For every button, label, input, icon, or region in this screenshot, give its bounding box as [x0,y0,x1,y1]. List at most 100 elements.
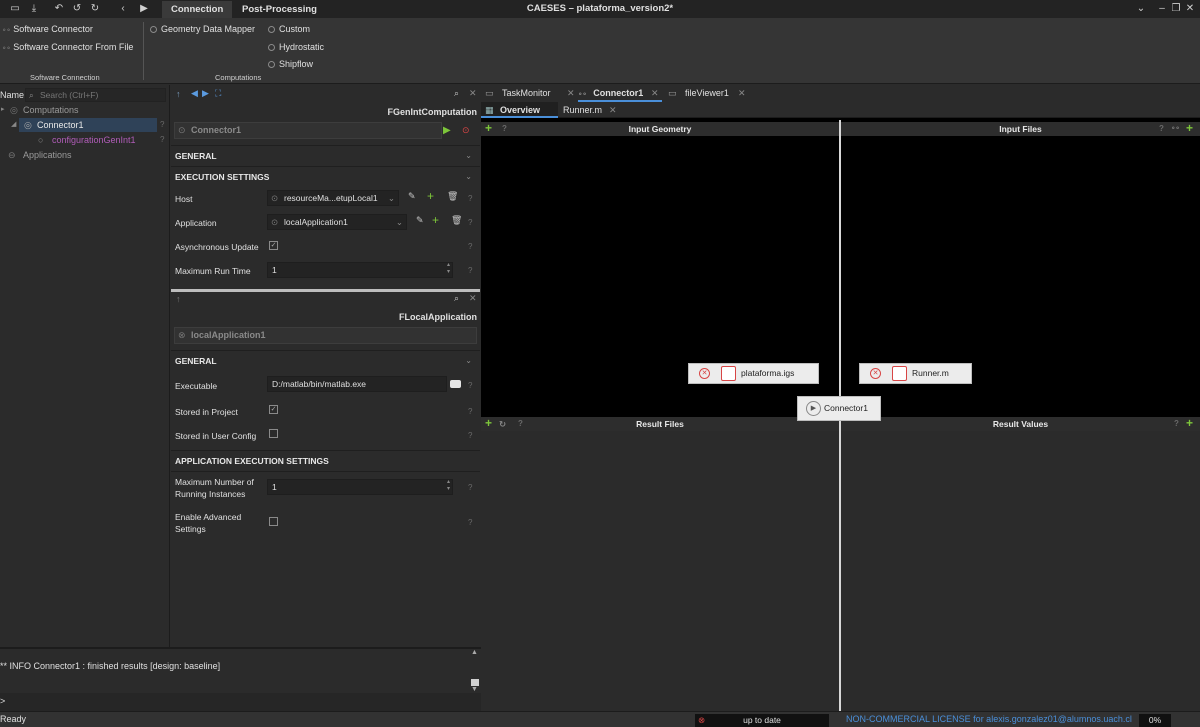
scroll-up-icon[interactable]: ▲ [471,649,478,656]
add-icon[interactable]: + [485,122,492,135]
panel-splitter[interactable] [171,289,480,292]
tab-post-processing[interactable]: Post-Processing [233,1,326,18]
trash-icon[interactable]: 🗑 [451,215,462,226]
help-icon[interactable]: ? [1159,122,1164,136]
help-icon[interactable]: ? [1174,417,1179,431]
help-icon[interactable]: ? [468,194,472,203]
tab-overview[interactable]: ▦ Overview [481,102,558,118]
tab-fileviewer1[interactable]: ▭ fileViewer1 ✕ [668,85,750,102]
scrollbar-thumb[interactable] [471,679,479,686]
geometry-data-mapper-button[interactable]: Geometry Data Mapper [150,23,255,35]
run-icon[interactable]: ▶ [443,125,451,136]
browse-icon[interactable] [450,380,461,388]
close-icon[interactable]: ✕ [469,293,477,304]
close-icon[interactable]: ✕ [609,102,617,118]
add-icon[interactable]: + [432,213,439,227]
async-update-checkbox[interactable]: ✓ [269,241,278,250]
chevron-down-icon[interactable]: ⌄ [465,151,472,160]
help-icon[interactable]: ? [468,266,472,275]
software-connector-from-file-button[interactable]: ∘∘ Software Connector From File [2,41,133,55]
help-icon[interactable]: ? [160,118,164,132]
section-execution-settings[interactable]: EXECUTION SETTINGS [175,172,269,182]
refresh-icon[interactable]: ↻ [499,417,506,431]
back-arrow-icon[interactable]: ‹ [116,2,130,16]
nav-back-icon[interactable]: ◀ [191,88,198,99]
redo-icon[interactable]: ↻ [88,2,102,16]
tab-connection[interactable]: Connection [162,1,233,18]
tab-runner-m[interactable]: Runner.m ✕ [563,102,619,118]
undo-icon[interactable]: ↶ [52,2,66,16]
help-icon[interactable]: ? [160,133,164,147]
geometry-file-node[interactable]: ✕ plataforma.igs [688,363,819,384]
help-icon[interactable]: ? [468,242,472,251]
software-connector-button[interactable]: ∘∘ Software Connector [2,23,93,37]
help-icon[interactable]: ? [468,518,472,527]
expand-icon[interactable]: ▸ [1,103,5,117]
tree-item-applications[interactable]: ⊖ Applications [0,148,170,162]
help-icon[interactable]: ? [468,381,472,390]
object-name-field[interactable]: ⊗ localApplication1 [174,327,477,344]
shipflow-button[interactable]: Shipflow [268,58,313,70]
input-file-node[interactable]: ✕ Runner.m [859,363,972,384]
max-instances-input[interactable]: 1 ▴ ▾ [267,479,453,495]
trash-icon[interactable]: 🗑 [447,191,458,202]
help-icon[interactable]: ? [468,483,472,492]
help-icon[interactable]: ? [468,407,472,416]
spin-arrows-icon[interactable]: ▴ ▾ [447,263,450,276]
stop-icon[interactable]: ⊙ [462,125,470,136]
hydrostatic-button[interactable]: Hydrostatic [268,41,324,53]
close-icon[interactable]: ✕ [1183,2,1197,16]
open-folder-icon[interactable]: ▭ [8,2,22,16]
save-icon[interactable]: ⤓ [27,2,41,16]
collapse-icon[interactable]: ◢ [11,118,16,132]
scroll-down-icon[interactable]: ▼ [471,686,478,693]
restore-icon[interactable]: ❐ [1169,2,1183,16]
connector-icon[interactable]: ∘∘ [1171,122,1180,136]
chevron-down-icon[interactable]: ⌄ [465,356,472,365]
help-icon[interactable]: ? [468,431,472,440]
help-icon[interactable]: ? [502,122,507,136]
object-name-field[interactable]: ⊙ Connector1 [174,122,442,139]
add-icon[interactable]: + [427,189,434,203]
connector-node[interactable]: ▶ Connector1 [797,396,881,421]
tree-item-configurationgenint1[interactable]: ○ configurationGenInt1 ? [0,133,170,147]
close-icon[interactable]: ✕ [651,85,659,102]
section-general[interactable]: GENERAL [175,356,217,366]
close-icon[interactable]: ✕ [469,88,477,99]
section-application-execution-settings[interactable]: APPLICATION EXECUTION SETTINGS [175,456,329,466]
close-icon[interactable]: ✕ [567,85,575,102]
host-select[interactable]: ⊙ resourceMa...etupLocal1 ⌄ [267,190,399,206]
search-icon[interactable]: ⌕ [454,293,459,304]
enable-advanced-checkbox[interactable] [269,517,278,526]
up-arrow-icon[interactable]: ↑ [176,89,181,99]
undo-step-icon[interactable]: ↺ [70,2,84,16]
tree-item-computations[interactable]: ▸ ◎ Computations [0,103,170,117]
executable-input[interactable]: D:/matlab/bin/matlab.exe [267,376,447,392]
help-icon[interactable]: ? [518,417,523,431]
edit-icon[interactable]: ✎ [416,215,424,226]
chevron-down-icon[interactable]: ⌄ [465,172,472,181]
application-select[interactable]: ⊙ localApplication1 ⌄ [267,214,407,230]
edit-icon[interactable]: ✎ [408,191,416,202]
add-icon[interactable]: + [485,417,492,430]
section-general[interactable]: GENERAL [175,151,217,161]
search-input[interactable]: ⌕ Search (Ctrl+F) [25,88,166,102]
search-icon[interactable]: ⌕ [454,88,459,99]
spin-arrows-icon[interactable]: ▴ ▾ [447,480,450,493]
stored-in-project-checkbox[interactable]: ✓ [269,405,278,414]
up-arrow-icon[interactable]: ↑ [176,294,181,304]
custom-button[interactable]: Custom [268,23,310,35]
console-input[interactable]: > [0,693,481,711]
minimize-icon[interactable]: – [1155,2,1169,16]
chevron-down-icon[interactable]: ⌄ [1134,2,1148,16]
add-icon[interactable]: + [1186,122,1193,135]
nav-forward-icon[interactable]: ▶ [202,88,209,99]
tree-item-connector1[interactable]: ◢ ◎ Connector1 ? [0,118,170,132]
sync-icon[interactable]: ⛶ [215,88,221,99]
stored-in-user-config-checkbox[interactable] [269,429,278,438]
help-icon[interactable]: ? [468,218,472,227]
close-icon[interactable]: ✕ [738,85,746,102]
run-icon[interactable]: ▶ [137,2,151,16]
tab-taskmonitor[interactable]: ▭ TaskMonitor ✕ [485,85,577,102]
max-run-time-input[interactable]: 1 ▴ ▾ [267,262,453,278]
